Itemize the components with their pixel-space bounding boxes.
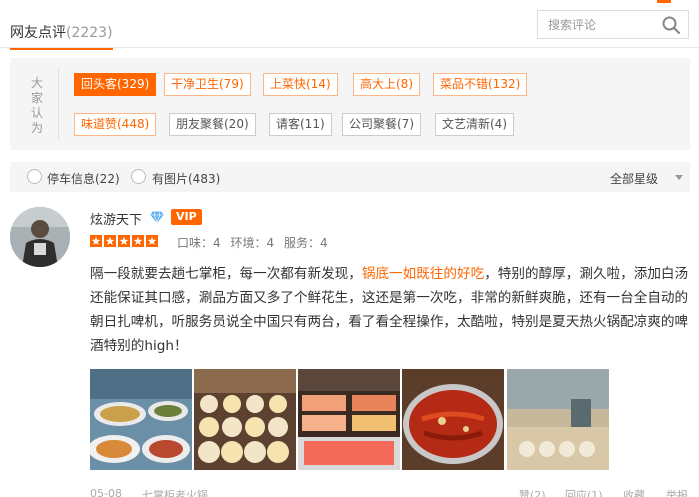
review-photos xyxy=(90,369,620,470)
service-score: 服务：4 xyxy=(283,236,328,250)
star-icon xyxy=(104,235,116,247)
tag-clean-hygienic[interactable]: 干净卫生(79) xyxy=(164,73,251,96)
reviewer-name[interactable]: 炫游天下 xyxy=(90,209,142,228)
tag-company-dinner[interactable]: 公司聚餐(7) xyxy=(342,113,421,136)
filter-bar: 停车信息(22) 有图片(483) 全部星级 xyxy=(10,162,690,192)
star-icon xyxy=(146,235,158,247)
star-icon xyxy=(90,235,102,247)
search-box xyxy=(537,10,689,39)
tag-panel-divider xyxy=(58,68,59,140)
tab-reviews-count: (2223) xyxy=(66,25,113,41)
shop-link[interactable]: 七掌柜老火锅 xyxy=(142,487,208,497)
tag-fast-serving[interactable]: 上菜快(14) xyxy=(263,73,338,96)
diamond-icon xyxy=(150,211,164,223)
photos-filter-label[interactable]: 有图片(483) xyxy=(152,170,220,187)
review-date: 05-08 xyxy=(90,487,122,497)
parking-filter-label[interactable]: 停车信息(22) xyxy=(47,170,120,187)
tag-returning-customer[interactable]: 回头客(329) xyxy=(74,73,157,96)
avatar[interactable] xyxy=(10,207,70,267)
tab-reviews[interactable]: 网友点评(2223) xyxy=(10,22,113,50)
header-accent-bar xyxy=(657,0,671,3)
parking-radio[interactable] xyxy=(27,169,42,184)
tag-panel-label-char: 为 xyxy=(30,121,43,135)
tag-panel-label: 大 家 认 为 xyxy=(30,76,44,136)
review-photo[interactable] xyxy=(90,369,192,470)
search-icon[interactable] xyxy=(662,16,680,34)
review-photo[interactable] xyxy=(402,369,504,470)
review-footer: 05-08 七掌柜老火锅 赞(2) 回应(1) 收藏 举报 xyxy=(0,487,699,497)
tab-reviews-label: 网友点评 xyxy=(10,25,66,41)
tag-treat[interactable]: 请客(11) xyxy=(269,113,332,136)
review-text-part: 隔一段就要去趟七掌柜，每一次都有新发现， xyxy=(90,266,362,282)
tag-artsy-fresh[interactable]: 文艺清新(4) xyxy=(435,113,514,136)
search-input[interactable] xyxy=(538,11,650,38)
photos-radio[interactable] xyxy=(131,169,146,184)
review-header: 网友点评(2223) xyxy=(0,0,699,50)
taste-score: 口味：4 xyxy=(177,236,221,250)
rating-stars xyxy=(90,235,158,247)
report-button[interactable]: 举报 xyxy=(666,487,688,497)
vip-badge: VIP xyxy=(171,209,202,225)
review-highlight: 锅底一如既往的好吃 xyxy=(361,266,485,282)
tag-great-taste[interactable]: 味道赞(448) xyxy=(74,113,157,136)
tag-friends-gathering[interactable]: 朋友聚餐(20) xyxy=(169,113,256,136)
tag-upscale[interactable]: 高大上(8) xyxy=(353,73,420,96)
tag-panel: 大 家 认 为 回头客(329) 干净卫生(79) 上菜快(14) 高大上(8)… xyxy=(10,58,690,150)
review-photo[interactable] xyxy=(194,369,296,470)
review-photo[interactable] xyxy=(507,369,609,470)
review-photo[interactable] xyxy=(298,369,400,470)
review-scores: 口味：4 环境：4 服务：4 xyxy=(177,234,334,251)
tag-panel-label-char: 认 xyxy=(30,106,43,120)
star-filter-dropdown[interactable]: 全部星级 xyxy=(610,170,658,187)
tag-good-dishes[interactable]: 菜品不错(132) xyxy=(433,73,528,96)
tag-panel-label-char: 家 xyxy=(30,91,43,105)
review-text: 隔一段就要去趟七掌柜，每一次都有新发现，锅底一如既往的好吃，特别的醇厚，涮久啦，… xyxy=(90,262,690,358)
reply-button[interactable]: 回应(1) xyxy=(565,487,603,497)
environment-score: 环境：4 xyxy=(230,236,275,250)
star-icon xyxy=(132,235,144,247)
like-button[interactable]: 赞(2) xyxy=(519,487,546,497)
star-icon xyxy=(118,235,130,247)
tag-panel-label-char: 大 xyxy=(30,76,43,90)
favorite-button[interactable]: 收藏 xyxy=(623,487,645,497)
chevron-down-icon[interactable] xyxy=(675,175,683,180)
